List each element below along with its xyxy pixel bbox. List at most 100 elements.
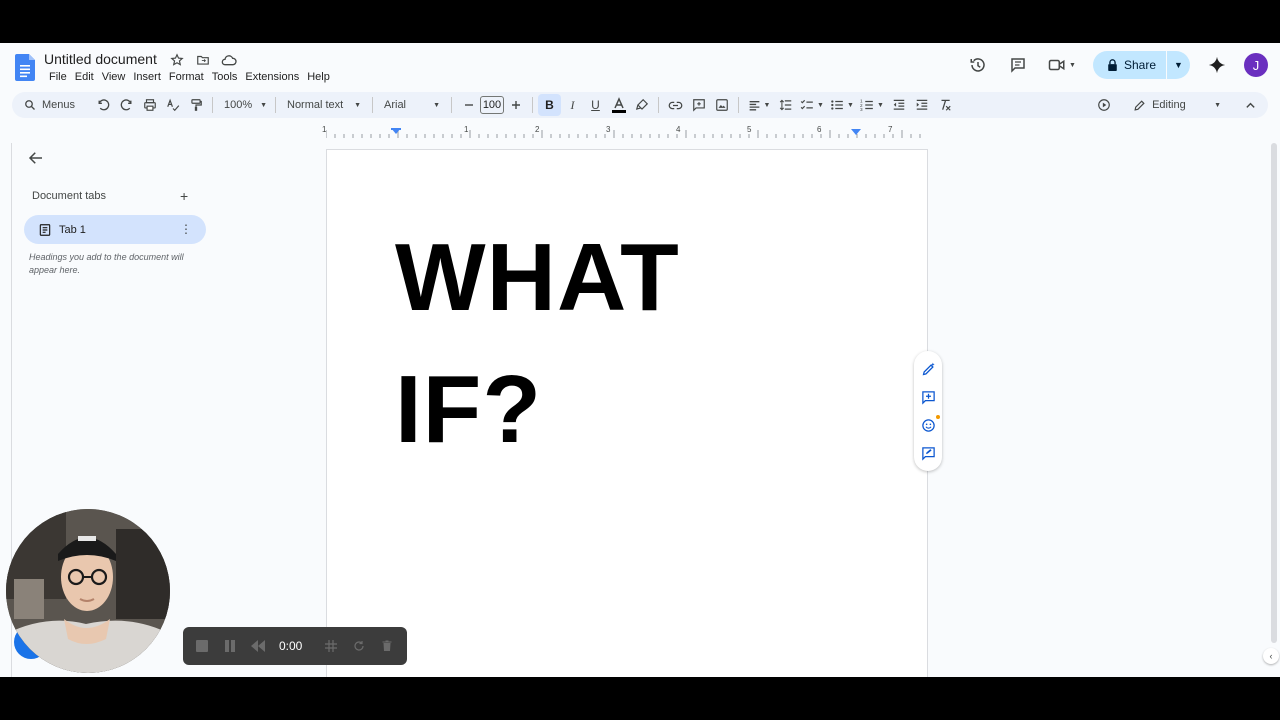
numbered-list-icon: 123 — [860, 99, 873, 112]
italic-icon[interactable]: I — [561, 94, 584, 116]
search-icon — [25, 100, 35, 110]
star-icon[interactable] — [168, 51, 186, 69]
body-text-line-1[interactable]: WHAT — [395, 230, 680, 326]
menu-view[interactable]: View — [98, 70, 130, 84]
menu-edit[interactable]: Edit — [71, 70, 98, 84]
share-button[interactable]: Share — [1093, 51, 1166, 79]
menu-extensions[interactable]: Extensions — [241, 70, 303, 84]
suggest-edits-icon[interactable] — [919, 444, 937, 462]
search-menus[interactable]: Menus — [12, 94, 92, 116]
version-history-icon[interactable] — [965, 52, 991, 78]
add-tab-icon[interactable]: + — [180, 188, 188, 204]
paragraph-style-select[interactable]: Normal text ▼ — [281, 94, 367, 116]
checklist-select[interactable]: ▼ — [797, 94, 827, 116]
vertical-scrollbar[interactable] — [1271, 143, 1277, 643]
spellcheck-icon[interactable] — [161, 94, 184, 116]
insert-image-icon[interactable] — [710, 94, 733, 116]
bold-icon[interactable]: B — [538, 94, 561, 116]
ruler-number: 1 — [322, 125, 327, 134]
bulleted-list-icon — [831, 100, 843, 110]
paint-format-icon[interactable] — [184, 94, 207, 116]
font-family-select[interactable]: Arial ▼ — [378, 94, 446, 116]
text-color-icon[interactable] — [607, 94, 630, 116]
stop-icon[interactable] — [195, 639, 209, 653]
font-size-input[interactable]: 100 — [480, 94, 504, 116]
account-avatar[interactable]: J — [1244, 53, 1268, 77]
decrease-indent-icon[interactable] — [887, 94, 910, 116]
help-me-write-icon[interactable] — [919, 360, 937, 378]
title-actions — [168, 51, 238, 69]
checklist-icon — [800, 99, 813, 110]
body-text-line-2[interactable]: IF? — [395, 362, 542, 458]
separator — [532, 97, 533, 113]
pause-icon[interactable] — [223, 639, 237, 653]
increase-indent-icon[interactable] — [910, 94, 933, 116]
menu-format[interactable]: Format — [165, 70, 208, 84]
insert-link-icon[interactable] — [664, 94, 687, 116]
back-arrow-icon[interactable] — [27, 149, 47, 169]
gemini-sparkle-icon[interactable] — [1204, 52, 1230, 78]
comments-icon[interactable] — [1005, 52, 1031, 78]
redo-icon[interactable] — [115, 94, 138, 116]
menu-file[interactable]: File — [45, 70, 71, 84]
svg-text:3: 3 — [860, 107, 863, 112]
separator — [738, 97, 739, 113]
meet-video-icon[interactable]: ▼ — [1045, 52, 1079, 78]
chevron-left-icon[interactable]: ‹ — [1263, 648, 1279, 664]
menu-insert[interactable]: Insert — [129, 70, 165, 84]
rewind-icon[interactable] — [251, 639, 265, 653]
ruler-ticks — [326, 130, 921, 138]
horizontal-ruler: 1 1 2 3 4 5 6 7 — [0, 122, 1280, 138]
share-dropdown-button[interactable]: ▼ — [1166, 51, 1190, 79]
docs-window: Untitled document File Edit View Insert … — [0, 43, 1280, 677]
document-title[interactable]: Untitled document — [44, 51, 157, 67]
docs-logo-icon[interactable] — [15, 54, 35, 81]
move-folder-icon[interactable] — [194, 51, 212, 69]
zoom-select[interactable]: 100% ▼ — [218, 94, 270, 116]
ruler-number: 7 — [888, 125, 893, 134]
bulleted-list-select[interactable]: ▼ — [827, 94, 857, 116]
chevron-down-icon: ▼ — [1214, 101, 1221, 109]
document-icon — [39, 223, 51, 236]
cloud-saved-icon[interactable] — [220, 51, 238, 69]
menu-tools[interactable]: Tools — [208, 70, 242, 84]
print-icon[interactable] — [138, 94, 161, 116]
underline-icon[interactable]: U — [584, 94, 607, 116]
align-select[interactable]: ▼ — [744, 94, 774, 116]
presenter-image — [6, 509, 170, 673]
zoom-value: 100% — [224, 99, 253, 111]
side-actions-panel — [914, 351, 942, 471]
separator — [372, 97, 373, 113]
ruler-number: 6 — [817, 125, 822, 134]
decrease-font-size-icon[interactable] — [457, 94, 480, 116]
webcam-overlay — [6, 509, 170, 673]
tab-label: Tab 1 — [59, 223, 86, 236]
voice-typing-icon[interactable] — [1097, 98, 1111, 112]
add-comment-side-icon[interactable] — [919, 388, 937, 406]
trash-icon[interactable] — [380, 639, 394, 653]
right-indent-marker[interactable] — [851, 129, 861, 136]
separator — [658, 97, 659, 113]
increase-font-size-icon[interactable] — [504, 94, 527, 116]
undo-icon[interactable] — [92, 94, 115, 116]
grid-icon[interactable] — [324, 639, 338, 653]
collapse-menus-icon[interactable] — [1239, 94, 1262, 116]
highlight-color-icon[interactable] — [630, 94, 653, 116]
add-comment-icon[interactable] — [687, 94, 710, 116]
menu-help[interactable]: Help — [303, 70, 334, 84]
mode-value: Editing — [1152, 99, 1186, 111]
more-vert-icon[interactable]: ⋮ — [180, 222, 192, 236]
left-indent-marker[interactable] — [391, 128, 401, 136]
tab-1[interactable]: Tab 1 ⋮ — [24, 215, 206, 244]
pencil-icon — [1134, 99, 1145, 111]
line-spacing-icon[interactable] — [774, 94, 797, 116]
chevron-down-icon: ▼ — [260, 101, 268, 109]
document-page[interactable]: WHAT IF? — [326, 149, 928, 677]
mode-select[interactable]: Editing ▼ — [1089, 94, 1229, 116]
clear-formatting-icon[interactable] — [933, 94, 956, 116]
emoji-reaction-icon[interactable] — [919, 415, 940, 434]
numbered-list-select[interactable]: 123 ▼ — [857, 94, 887, 116]
search-menus-label: Menus — [42, 99, 76, 111]
ruler-number: 3 — [606, 125, 611, 134]
restart-icon[interactable] — [352, 639, 366, 653]
